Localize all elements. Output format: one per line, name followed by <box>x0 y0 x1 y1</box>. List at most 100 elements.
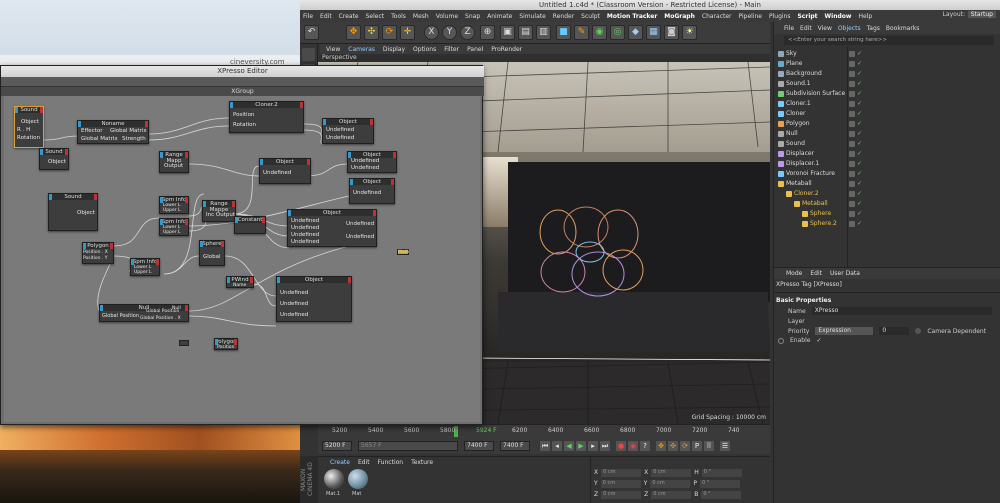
node-object-4[interactable]: Object Undefined <box>349 178 395 204</box>
material-menu-create[interactable]: Create <box>330 459 350 466</box>
y-axis-icon[interactable]: Y <box>442 25 457 40</box>
coordinate-system-icon[interactable]: ⊕ <box>480 25 495 40</box>
position-y-field[interactable]: 0 cm <box>600 480 641 488</box>
object-list-item[interactable]: Plane ✓ <box>774 59 1000 69</box>
enabled-check-icon[interactable]: ✓ <box>857 181 862 187</box>
object-list-item[interactable]: Sky ✓ <box>774 49 1000 59</box>
node-object-2[interactable]: Object Undefined <box>259 158 311 184</box>
node-sound-3[interactable]: Sound Object <box>48 193 98 231</box>
enable-checkbox[interactable]: ✓ <box>816 337 821 344</box>
visibility-dot-icon[interactable] <box>849 131 855 137</box>
node-polygon[interactable]: Polygon Position . X Position . Y <box>82 242 114 264</box>
viewport-menu-view[interactable]: View <box>326 46 340 53</box>
viewport-menu-options[interactable]: Options <box>413 46 436 53</box>
object-list-item[interactable]: Cloner ✓ <box>774 109 1000 119</box>
menu-mograph[interactable]: MoGraph <box>664 13 695 20</box>
object-menu-view[interactable]: View <box>818 25 832 32</box>
key-parameter-icon[interactable]: P <box>692 441 702 451</box>
viewport-menu-display[interactable]: Display <box>383 46 405 53</box>
node-polygon-2[interactable]: Polygon Position <box>214 338 238 350</box>
x-axis-icon[interactable]: X <box>424 25 439 40</box>
scene-icon[interactable]: ▦ <box>646 25 661 40</box>
object-list-item[interactable]: Metaball ✓ <box>774 179 1000 189</box>
node-math-mini[interactable]: Math <box>397 249 409 255</box>
object-menu-objects[interactable]: Objects <box>838 25 861 32</box>
rotation-p-field[interactable]: 0 ° <box>699 480 740 488</box>
deformer-icon[interactable]: ◆ <box>628 25 643 40</box>
rotation-b-field[interactable]: 0 ° <box>701 491 742 499</box>
node-sphere[interactable]: Sphere Global <box>199 240 225 266</box>
xgroup-header[interactable]: XGroup <box>1 87 484 96</box>
record-icon[interactable]: ● <box>616 441 626 451</box>
position-z-field[interactable]: 0 cm <box>601 491 642 499</box>
enabled-check-icon[interactable]: ✓ <box>857 141 862 147</box>
node-pwind[interactable]: PWind Name <box>226 276 254 288</box>
key-pla-icon[interactable]: ⠿ <box>704 441 714 451</box>
visibility-dot-icon[interactable] <box>849 201 855 207</box>
menu-plugins[interactable]: Plugins <box>769 13 791 20</box>
attribute-menu-edit[interactable]: Edit <box>810 270 822 277</box>
viewport-menu-filter[interactable]: Filter <box>444 46 459 53</box>
enabled-check-icon[interactable]: ✓ <box>857 111 862 117</box>
object-menu-bookmarks[interactable]: Bookmarks <box>886 25 920 32</box>
object-menu-edit[interactable]: Edit <box>800 25 812 32</box>
menu-volume[interactable]: Volume <box>436 13 458 20</box>
menu-character[interactable]: Character <box>702 13 732 20</box>
menu-render[interactable]: Render <box>553 13 574 20</box>
go-to-end-icon[interactable]: ⏭ <box>600 441 610 451</box>
node-noname-effector[interactable]: Noname Effector Global Matrix Global Mat… <box>77 120 149 144</box>
enabled-check-icon[interactable]: ✓ <box>857 81 862 87</box>
size-z-field[interactable]: 0 cm <box>651 491 692 499</box>
position-x-field[interactable]: 0 cm <box>601 469 642 477</box>
menu-script[interactable]: Script <box>797 13 817 20</box>
size-x-field[interactable]: 0 cm <box>651 469 692 477</box>
next-key-icon[interactable]: ▸ <box>588 441 598 451</box>
menu-snap[interactable]: Snap <box>465 13 480 20</box>
enable-radio[interactable] <box>778 337 784 344</box>
menu-select[interactable]: Select <box>366 13 385 20</box>
array-icon[interactable]: ◎ <box>610 25 625 40</box>
object-search-input[interactable]: <<Enter your search string here>> <box>784 36 994 45</box>
visibility-dot-icon[interactable] <box>849 91 855 97</box>
menu-tools[interactable]: Tools <box>391 13 406 20</box>
visibility-dot-icon[interactable] <box>849 211 855 217</box>
play-icon[interactable]: ▶ <box>576 441 586 451</box>
cube-icon[interactable]: ■ <box>556 25 571 40</box>
keyframe-selection-icon[interactable]: ? <box>640 441 650 451</box>
object-list-item[interactable]: Sphere ✓ <box>774 209 1000 219</box>
object-list-item[interactable]: Displacer.1 ✓ <box>774 159 1000 169</box>
key-scale-icon[interactable]: ✣ <box>668 441 678 451</box>
previous-key-icon[interactable]: ◂ <box>552 441 562 451</box>
render-settings-icon[interactable]: ▥ <box>536 25 551 40</box>
render-view-icon[interactable]: ▣ <box>500 25 515 40</box>
node-range-mapper-2[interactable]: Range Mappe Inc Output <box>202 200 236 222</box>
xpresso-node-canvas[interactable]: Sound Object R . H Rotation Noname Effec… <box>4 96 480 422</box>
material-menu-texture[interactable]: Texture <box>411 459 433 466</box>
node-range-mapper-1[interactable]: Range Mapp Output <box>159 151 189 173</box>
menu-file[interactable]: File <box>303 13 313 20</box>
make-editable-icon[interactable] <box>302 48 315 61</box>
menu-help[interactable]: Help <box>858 13 872 20</box>
enabled-check-icon[interactable]: ✓ <box>857 91 862 97</box>
node-object-3[interactable]: Object Undefined Undefined <box>347 151 397 173</box>
node-null[interactable]: Null Global Position Global Position Glo… <box>99 304 189 322</box>
material-mat1-swatch[interactable] <box>324 469 344 489</box>
priority-number-field[interactable]: 0 <box>879 327 910 335</box>
max-frame-field[interactable]: 7400 F <box>500 441 530 451</box>
visibility-dot-icon[interactable] <box>849 191 855 197</box>
attribute-menu-mode[interactable]: Mode <box>786 270 802 277</box>
menu-window[interactable]: Window <box>825 13 852 20</box>
z-axis-icon[interactable]: Z <box>460 25 475 40</box>
enabled-check-icon[interactable]: ✓ <box>857 191 862 197</box>
go-to-start-icon[interactable]: ⏮ <box>540 441 550 451</box>
enabled-check-icon[interactable]: ✓ <box>857 161 862 167</box>
scale-tool-icon[interactable]: ✣ <box>364 25 379 40</box>
object-menu-tags[interactable]: Tags <box>867 25 880 32</box>
move-tool-icon[interactable]: ✥ <box>346 25 361 40</box>
enabled-check-icon[interactable]: ✓ <box>857 51 862 57</box>
enabled-check-icon[interactable]: ✓ <box>857 221 862 227</box>
material-mat-swatch[interactable] <box>348 469 368 489</box>
object-list-item[interactable]: Displacer ✓ <box>774 149 1000 159</box>
object-list-item[interactable]: Sound ✓ <box>774 139 1000 149</box>
node-spm-info-2[interactable]: Spm Info Lower L Upper L <box>159 218 189 236</box>
